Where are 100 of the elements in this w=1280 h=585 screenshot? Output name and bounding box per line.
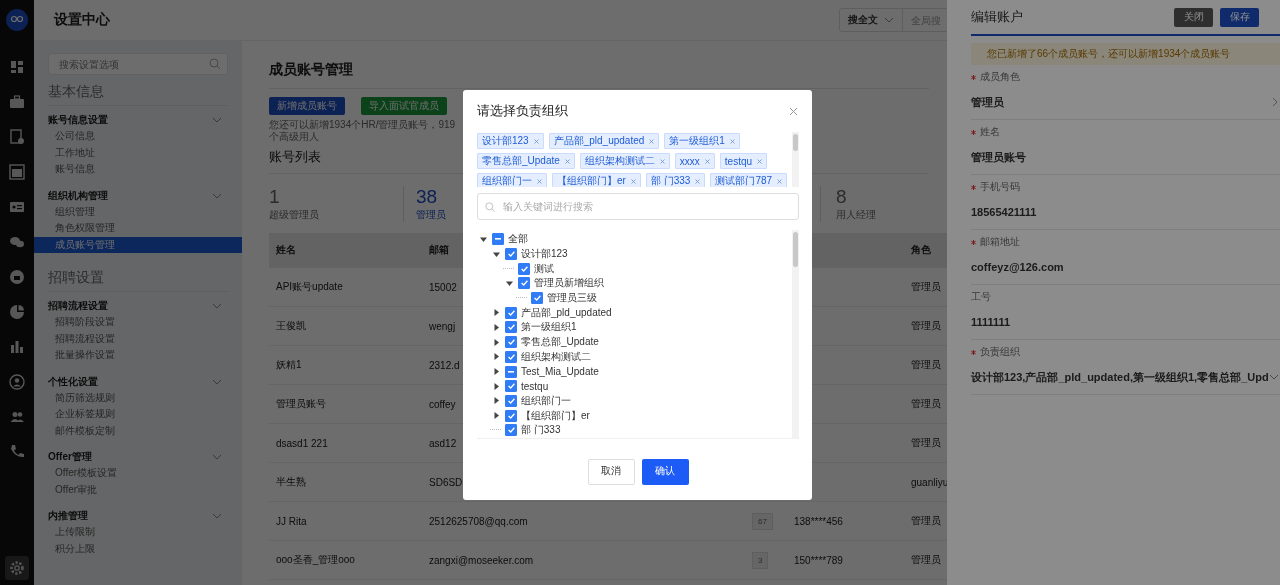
- tree-label[interactable]: 零售总部_Update: [521, 335, 599, 350]
- table-cell: 半生熟: [276, 476, 306, 487]
- table-cell: 138****456: [794, 515, 843, 527]
- scrollbar-thumb[interactable]: [793, 134, 798, 151]
- table-cell: 王俊凯: [276, 320, 306, 331]
- form-field[interactable]: 18565421111: [971, 195, 1280, 229]
- group-header[interactable]: 招聘流程设置: [48, 298, 228, 314]
- dialog-button[interactable]: 取消: [587, 458, 635, 485]
- checkbox[interactable]: [492, 233, 504, 246]
- stat-tab[interactable]: 1 超级管理员: [269, 186, 403, 222]
- remove-icon[interactable]: [757, 158, 763, 164]
- sidebar-item[interactable]: 组织管理: [48, 203, 242, 220]
- search-field[interactable]: 输入关键词进行搜索: [501, 200, 791, 213]
- scrollbar-thumb[interactable]: [793, 232, 798, 267]
- search-scope-dropdown[interactable]: 搜全文: [840, 9, 903, 31]
- sidebar-item[interactable]: 成员账号管理: [34, 236, 242, 253]
- column-header: 姓名: [276, 244, 296, 255]
- connector-line: [490, 429, 501, 432]
- tree-label[interactable]: 组织架构测试二: [521, 349, 591, 364]
- tree-label[interactable]: 全部: [508, 232, 528, 247]
- group-header[interactable]: 组织机构管理: [48, 187, 228, 204]
- remove-icon[interactable]: [695, 178, 701, 184]
- page-title: 设置中心: [54, 11, 110, 29]
- search-icon: [485, 201, 495, 212]
- tree-label[interactable]: 测试: [534, 261, 554, 276]
- tree-label[interactable]: 第一级组织1: [521, 320, 577, 335]
- caret-right-icon[interactable]: [492, 381, 501, 391]
- search-box[interactable]: 输入关键词进行搜索: [477, 193, 799, 220]
- field-label: 手机号码: [980, 180, 1020, 194]
- tree-label[interactable]: testqu: [521, 380, 549, 392]
- group-header[interactable]: Offer管理: [48, 449, 228, 465]
- tree-label[interactable]: 管理员三级: [547, 291, 597, 306]
- remove-icon[interactable]: [533, 138, 539, 144]
- field-label: 负责组织: [980, 345, 1020, 359]
- table-cell: asd12: [429, 437, 457, 449]
- form-field[interactable]: coffeyz@126.com: [971, 250, 1280, 284]
- tag-label: 测试部门787: [715, 174, 773, 187]
- table-cell: zangxi@moseeker.com: [429, 554, 534, 566]
- remove-icon[interactable]: [630, 178, 636, 184]
- remove-icon[interactable]: [659, 158, 665, 164]
- tag-label: 组织部门一: [482, 174, 532, 187]
- table-cell: 管理员: [911, 281, 941, 292]
- field-label: 姓名: [980, 125, 1000, 139]
- table-cell: coffey: [429, 398, 456, 410]
- tag-label: 零售总部_Update: [482, 154, 560, 168]
- table-cell: SD6SD: [429, 476, 463, 488]
- section-title: 成员账号管理: [269, 61, 353, 77]
- tag-label: 部 门333: [650, 174, 691, 187]
- dialog-title: 请选择负责组织: [477, 102, 568, 120]
- tree-label[interactable]: 产品部_pld_updated: [521, 305, 612, 320]
- connector-line: [503, 267, 514, 270]
- remove-icon[interactable]: [537, 178, 542, 184]
- group-header[interactable]: 账号信息设置: [48, 112, 228, 128]
- tag-label: 设计部123: [482, 134, 529, 148]
- table-cell: 管理员: [911, 437, 941, 448]
- sidebar-item[interactable]: 账号信息: [48, 161, 242, 178]
- tag-label: 组织架构测试二: [584, 154, 655, 168]
- form-field[interactable]: 管理员账号: [971, 140, 1280, 174]
- caret-right-icon[interactable]: [492, 337, 501, 347]
- chevron-down-icon: [884, 17, 894, 23]
- drawer-button[interactable]: 保存: [1220, 7, 1259, 27]
- action-button[interactable]: 导入面试官成员: [361, 97, 447, 115]
- tree-label[interactable]: 【组织部门】er: [521, 408, 590, 423]
- remove-icon[interactable]: [704, 158, 710, 164]
- caret-right-icon[interactable]: [492, 308, 501, 318]
- action-button[interactable]: 新增成员账号: [269, 97, 345, 115]
- drawer-button[interactable]: 关闭: [1174, 7, 1213, 27]
- search-icon: [209, 58, 221, 70]
- logo-icon[interactable]: [6, 9, 28, 31]
- form-field[interactable]: 设计部123,产品部_pld_updated,第一级组织1,零售总部_Upd: [971, 360, 1280, 394]
- tree-label[interactable]: Test_Mia_Update: [521, 366, 599, 378]
- table-cell: 管理员: [911, 320, 941, 331]
- tree-label[interactable]: 设计部123: [521, 247, 568, 262]
- remove-icon[interactable]: [649, 138, 655, 144]
- checkbox[interactable]: [505, 365, 517, 378]
- caret-right-icon[interactable]: [492, 367, 501, 377]
- tree-label[interactable]: 管理员新增组织: [534, 276, 604, 291]
- remove-icon[interactable]: [729, 138, 735, 144]
- tree-label[interactable]: 部 门333: [521, 423, 561, 438]
- settings-icon[interactable]: [5, 556, 29, 580]
- caret-right-icon[interactable]: [492, 396, 501, 406]
- tag-label: 第一级组织1: [669, 134, 725, 148]
- caret-right-icon[interactable]: [492, 411, 501, 421]
- remove-icon[interactable]: [564, 158, 570, 164]
- close-icon[interactable]: [789, 106, 798, 116]
- group-header[interactable]: 个性化设置: [48, 373, 228, 390]
- remove-icon[interactable]: [777, 178, 783, 184]
- form-field[interactable]: 管理员: [971, 85, 1280, 119]
- form-field[interactable]: 1111111: [971, 305, 1280, 339]
- calendar-icon[interactable]: [6, 161, 28, 183]
- table-cell: 2512625708@qq.com: [429, 515, 528, 527]
- caret-right-icon[interactable]: [492, 322, 501, 332]
- caret-right-icon[interactable]: [492, 352, 501, 362]
- group-header[interactable]: 内推管理: [48, 508, 228, 524]
- tag-label: 【组织部门】er: [557, 174, 626, 187]
- table-cell: API账号update: [276, 281, 343, 292]
- tree-label[interactable]: 组织部门一: [521, 393, 571, 408]
- table-cell: dsasd1 221: [276, 437, 328, 449]
- dialog-button[interactable]: 确认: [641, 458, 689, 485]
- user-circle-icon[interactable]: [6, 371, 28, 393]
